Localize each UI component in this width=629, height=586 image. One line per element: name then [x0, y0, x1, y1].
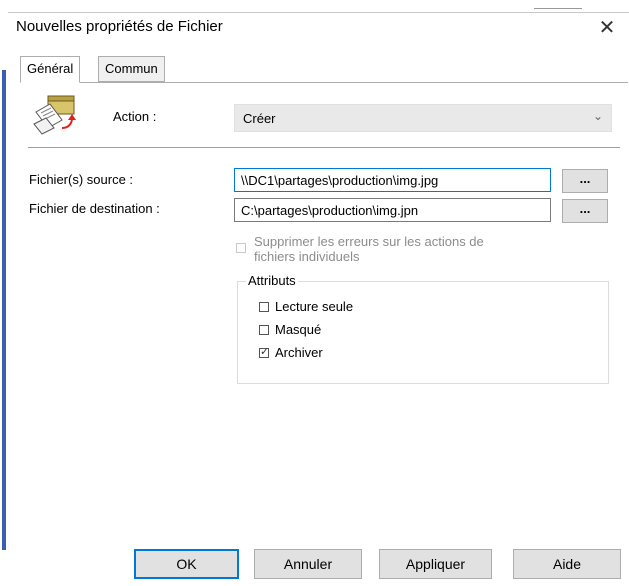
destination-input[interactable] — [235, 199, 541, 220]
tab-general[interactable]: Général — [20, 56, 81, 83]
chevron-down-icon: ⌄ — [592, 109, 603, 123]
action-label: Action : — [113, 109, 157, 124]
suppress-errors-label-line1: Supprimer les erreurs sur les actions de — [254, 234, 484, 249]
close-icon: ✕ — [598, 17, 616, 39]
archive-checkbox[interactable]: ✓ — [259, 346, 270, 358]
background-window-notch — [534, 8, 582, 13]
read-only-checkbox[interactable] — [259, 302, 269, 312]
dialog-title: Nouvelles propriétés de Fichier — [16, 18, 223, 35]
file-folder-action-icon — [33, 95, 76, 135]
destination-label: Fichier de destination : — [29, 201, 160, 216]
action-select[interactable]: Créer ⌄ — [234, 104, 612, 132]
background-window-accent — [2, 70, 6, 550]
hidden-label: Masqué — [275, 322, 322, 337]
apply-button[interactable]: Appliquer — [379, 549, 492, 579]
source-field[interactable] — [234, 168, 551, 192]
attributes-group-title: Attributs — [246, 273, 298, 288]
destination-field[interactable] — [234, 198, 551, 222]
read-only-label: Lecture seule — [275, 299, 354, 314]
separator — [28, 147, 620, 148]
tab-common[interactable]: Commun — [98, 56, 165, 82]
ok-button[interactable]: OK — [134, 549, 239, 579]
archive-label: Archiver — [275, 345, 323, 360]
checkmark-icon: ✓ — [260, 346, 270, 358]
hidden-checkbox[interactable] — [259, 325, 269, 335]
close-button[interactable]: ✕ — [593, 14, 621, 42]
action-select-value: Créer — [243, 111, 276, 126]
suppress-errors-label-line2: fichiers individuels — [254, 249, 360, 264]
source-input[interactable] — [235, 169, 541, 190]
source-label: Fichier(s) source : — [29, 172, 134, 187]
cancel-button[interactable]: Annuler — [254, 549, 362, 579]
destination-browse-button[interactable]: ... — [562, 199, 608, 223]
suppress-errors-checkbox[interactable] — [236, 243, 246, 253]
help-button[interactable]: Aide — [513, 549, 621, 579]
source-browse-button[interactable]: ... — [562, 169, 608, 193]
